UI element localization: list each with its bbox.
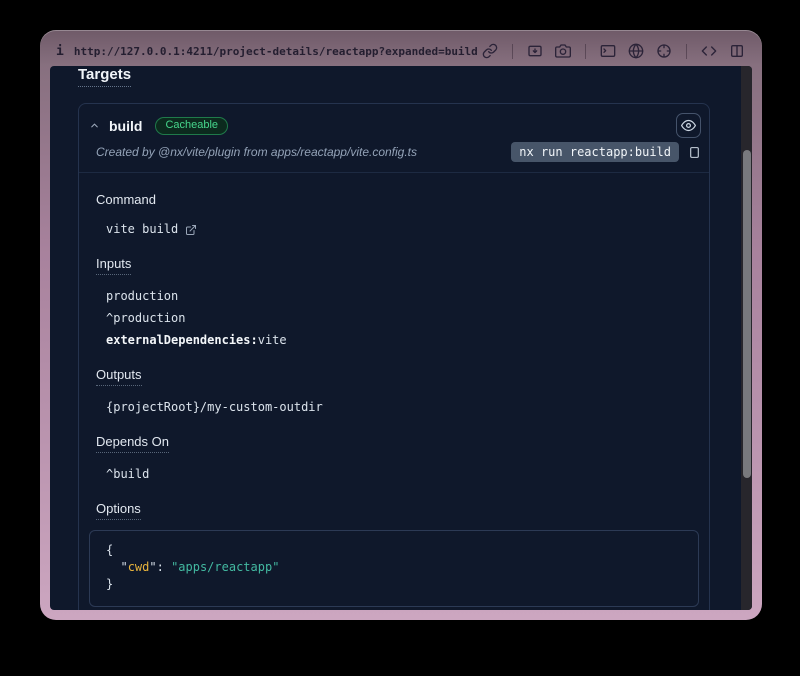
input-item: production xyxy=(106,289,178,304)
scrollbar-track[interactable] xyxy=(741,66,752,610)
created-by-text: Created by @nx/vite/plugin from apps/rea… xyxy=(96,145,417,159)
view-eye-button[interactable] xyxy=(676,113,701,138)
chevron-up-icon[interactable] xyxy=(89,120,100,131)
json-line: "cwd": "apps/reactapp" xyxy=(106,559,682,576)
input-kv-key: externalDependencies: xyxy=(106,333,258,348)
copy-icon[interactable] xyxy=(688,145,701,160)
project-details-content: Targets build Cacheable C xyxy=(50,66,741,610)
command-value: vite build xyxy=(106,222,178,237)
browser-toolbar: i http://127.0.0.1:4211/project-details/… xyxy=(40,30,762,66)
external-link-icon[interactable] xyxy=(185,224,197,236)
options-json-block: { "cwd": "apps/reactapp" } xyxy=(89,530,699,607)
code-icon[interactable] xyxy=(700,42,718,60)
targets-heading: Targets xyxy=(78,66,131,87)
json-line: } xyxy=(106,576,682,593)
split-panel-icon[interactable] xyxy=(728,42,746,60)
target-card-build: build Cacheable Created by @nx/vite/plug… xyxy=(78,103,710,610)
build-card-header: build Cacheable Created by @nx/vite/plug… xyxy=(79,104,709,173)
toolbar-divider xyxy=(686,44,687,59)
browser-frame: i http://127.0.0.1:4211/project-details/… xyxy=(40,30,762,620)
page-viewport: Targets build Cacheable C xyxy=(50,66,752,610)
inputs-label: Inputs xyxy=(96,256,131,275)
cacheable-badge: Cacheable xyxy=(155,117,228,135)
screenshot-region-icon[interactable] xyxy=(526,42,544,60)
input-item: ^production xyxy=(106,311,185,326)
target-name: build xyxy=(109,118,142,134)
outputs-label: Outputs xyxy=(96,367,142,386)
toolbar-divider xyxy=(512,44,513,59)
link-icon[interactable] xyxy=(481,42,499,60)
json-line: { xyxy=(106,542,682,559)
run-command-chip: nx run reactapp:build xyxy=(511,142,679,162)
toolbar-divider xyxy=(585,44,586,59)
json-key: cwd xyxy=(128,560,150,574)
depends-on-label: Depends On xyxy=(96,434,169,453)
globe-icon[interactable] xyxy=(627,42,645,60)
build-header-row[interactable]: build Cacheable xyxy=(79,104,709,138)
command-label: Command xyxy=(96,192,156,207)
depends-item: ^build xyxy=(106,467,149,482)
input-kv-value: vite xyxy=(258,333,287,348)
json-value: "apps/reactapp" xyxy=(171,560,279,574)
scrollbar-thumb[interactable] xyxy=(743,150,751,478)
crosshair-icon[interactable] xyxy=(655,42,673,60)
info-icon[interactable]: i xyxy=(56,44,64,59)
camera-icon[interactable] xyxy=(554,42,572,60)
options-label: Options xyxy=(96,501,141,520)
console-icon[interactable] xyxy=(599,42,617,60)
output-item: {projectRoot}/my-custom-outdir xyxy=(106,400,323,415)
url-bar[interactable]: http://127.0.0.1:4211/project-details/re… xyxy=(74,45,478,58)
